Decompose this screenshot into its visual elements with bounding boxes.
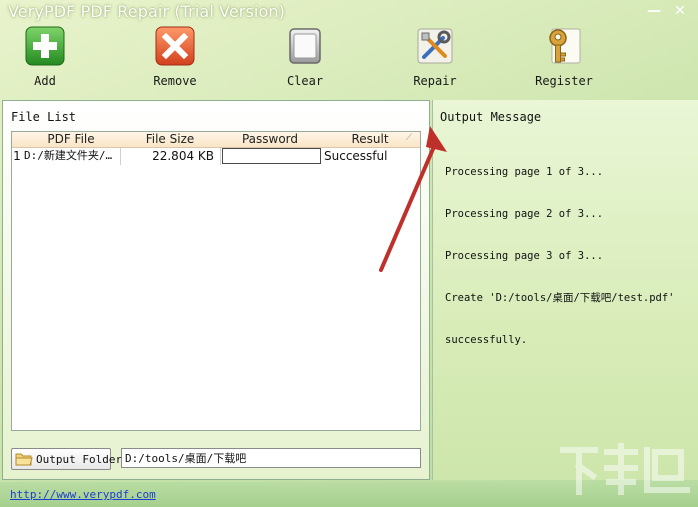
row-result: Successful bbox=[324, 149, 388, 163]
output-folder-button[interactable]: Output Folder bbox=[11, 448, 122, 470]
remove-button[interactable]: Remove bbox=[135, 24, 215, 88]
register-label: Register bbox=[535, 74, 593, 88]
plus-icon bbox=[25, 26, 65, 66]
file-list-panel: File List PDF File File Size Password Re… bbox=[2, 100, 430, 480]
log-line: Processing page 1 of 3... bbox=[445, 166, 604, 178]
repair-button[interactable]: Repair bbox=[395, 24, 475, 88]
remove-label: Remove bbox=[153, 74, 197, 88]
row-pdf-file: D:/新建文件夹/… bbox=[22, 148, 121, 165]
log-line: Processing page 3 of 3... bbox=[445, 250, 604, 262]
close-button[interactable]: ✕ bbox=[672, 4, 688, 18]
output-message-title: Output Message bbox=[440, 110, 542, 124]
website-link[interactable]: http://www.verypdf.com bbox=[10, 488, 156, 501]
output-log: Processing page 1 of 3... Processing pag… bbox=[445, 137, 695, 375]
grid-header: PDF File File Size Password Result ⟋ bbox=[12, 132, 420, 148]
column-header-pdf-file[interactable]: PDF File bbox=[22, 132, 120, 148]
status-bar: http://www.verypdf.com bbox=[0, 482, 698, 507]
x-icon bbox=[155, 26, 195, 66]
row-file-size: 22.804 KB bbox=[121, 148, 221, 165]
window-title: VeryPDF PDF Repair (Trial Version) bbox=[8, 2, 285, 21]
key-icon bbox=[549, 28, 581, 64]
log-line: Create 'D:/tools/桌面/下载吧/test.pdf' bbox=[445, 292, 675, 304]
register-button[interactable]: Register bbox=[524, 24, 604, 88]
log-line: Processing page 2 of 3... bbox=[445, 208, 604, 220]
toolbar: Add Remove Clear Repair Register bbox=[0, 24, 698, 96]
column-header-file-size[interactable]: File Size bbox=[120, 132, 220, 148]
file-list-label: File List bbox=[11, 110, 77, 124]
row-password-input[interactable] bbox=[222, 148, 321, 164]
tools-icon bbox=[417, 28, 453, 64]
output-folder-input[interactable] bbox=[121, 448, 421, 468]
clear-button[interactable]: Clear bbox=[265, 24, 345, 88]
row-index: 1 bbox=[13, 149, 21, 163]
folder-icon bbox=[15, 453, 33, 466]
log-line: successfully. bbox=[445, 334, 528, 346]
column-header-password[interactable]: Password bbox=[220, 132, 320, 148]
minimize-button[interactable]: — bbox=[646, 4, 662, 18]
output-folder-label: Output Folder bbox=[36, 452, 123, 466]
table-row[interactable]: 1 D:/新建文件夹/… 22.804 KB Successful bbox=[12, 148, 420, 165]
output-message-panel: Output Message Processing page 1 of 3...… bbox=[432, 100, 698, 480]
title-bar: VeryPDF PDF Repair (Trial Version) — ✕ bbox=[0, 0, 698, 24]
add-label: Add bbox=[34, 74, 56, 88]
clear-label: Clear bbox=[286, 74, 324, 88]
add-button[interactable]: Add bbox=[5, 24, 85, 88]
clear-icon bbox=[289, 28, 321, 64]
file-grid[interactable]: PDF File File Size Password Result ⟋ 1 D… bbox=[11, 131, 421, 431]
sort-icon: ⟋ bbox=[405, 133, 412, 143]
repair-label: Repair bbox=[413, 74, 457, 88]
